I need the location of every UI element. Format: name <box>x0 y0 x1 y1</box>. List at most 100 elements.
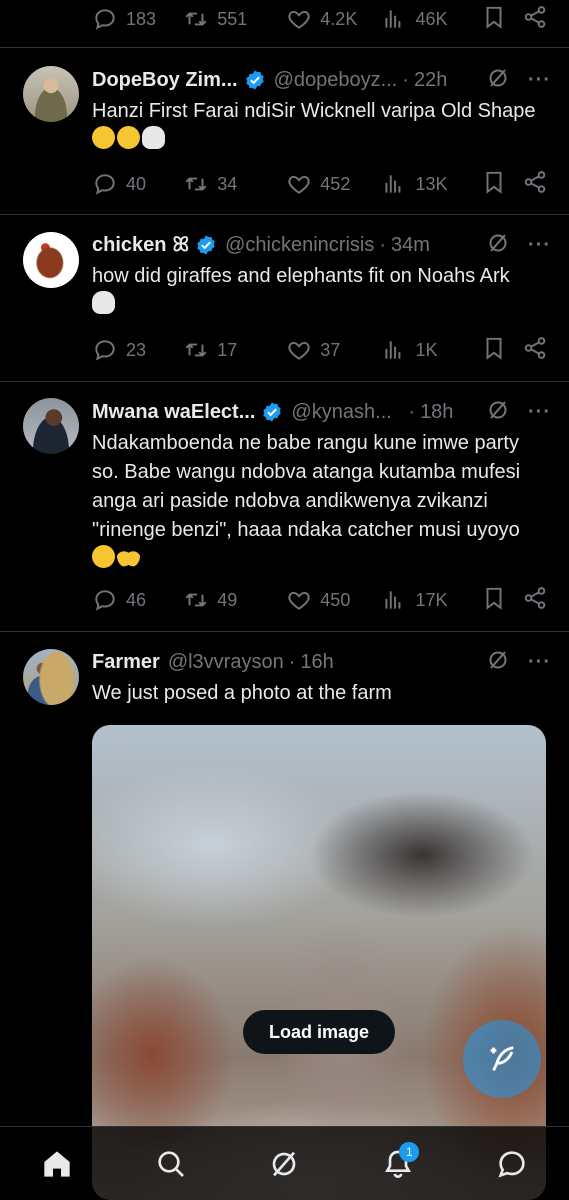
more-options-button[interactable]: ··· <box>528 234 551 257</box>
grok-icon <box>273 1151 296 1176</box>
more-options-button[interactable]: ··· <box>528 401 551 424</box>
repost-button[interactable]: 551 <box>183 6 286 32</box>
view-count: 46K <box>415 8 448 29</box>
repost-count: 551 <box>217 8 248 29</box>
author-name[interactable]: chicken <box>92 234 166 257</box>
repost-count: 49 <box>217 589 238 610</box>
views-button[interactable]: 17K <box>381 587 480 613</box>
reply-icon <box>92 6 118 32</box>
like-count: 4.2K <box>320 8 358 29</box>
reply-icon <box>92 171 118 197</box>
nav-home[interactable] <box>27 1134 87 1194</box>
verified-badge-icon <box>195 234 217 256</box>
avatar[interactable] <box>23 398 79 454</box>
like-button[interactable]: 4.2K <box>286 6 381 32</box>
tweet-text-content: Ndakamboenda ne babe rangu kune imwe par… <box>92 432 521 541</box>
repost-button[interactable]: 17 <box>183 337 286 363</box>
avatar[interactable] <box>23 232 79 288</box>
fearful-emoji <box>117 126 140 149</box>
bookmark-button[interactable] <box>481 169 517 200</box>
timestamp[interactable]: 34m <box>391 234 430 257</box>
avatar[interactable] <box>23 649 79 705</box>
reply-count: 23 <box>126 339 147 360</box>
views-button[interactable]: 46K <box>381 6 480 32</box>
laugh-cry-emoji <box>92 126 115 149</box>
grok-button[interactable] <box>486 66 510 95</box>
verified-badge-icon <box>261 401 283 423</box>
author-name[interactable]: DopeBoy Zim... <box>92 69 238 92</box>
more-options-button[interactable]: ··· <box>528 651 551 674</box>
timestamp[interactable]: 22h <box>414 69 447 92</box>
nav-search[interactable] <box>141 1134 201 1194</box>
author-name[interactable]: Farmer <box>92 651 160 674</box>
tweet-text-content: Hanzi First Farai ndiSir Wicknell varipa… <box>92 100 536 122</box>
bookmark-button[interactable] <box>481 335 517 366</box>
tweet[interactable]: Mwana waElect... @kynash... · 18h ··· Nd… <box>0 382 569 630</box>
like-button[interactable]: 37 <box>286 337 381 363</box>
reply-count: 40 <box>126 173 147 194</box>
author-handle[interactable]: @dopeboyz... <box>274 69 398 92</box>
nav-notifications[interactable]: 1 <box>368 1134 428 1194</box>
bookmark-button[interactable] <box>481 585 517 616</box>
verified-badge-icon <box>244 69 266 91</box>
repost-icon <box>183 587 209 613</box>
views-button[interactable]: 13K <box>381 171 480 197</box>
author-handle[interactable]: @l3vvrayson <box>168 651 284 674</box>
reply-button[interactable]: 183 <box>92 6 183 32</box>
separator: · <box>402 68 409 91</box>
share-button[interactable] <box>522 4 552 35</box>
nav-messages[interactable] <box>482 1134 542 1194</box>
avatar[interactable] <box>23 66 79 122</box>
tweet[interactable]: chicken ꕤ @chickenincrisis · 34m ··· how… <box>0 215 569 381</box>
bookmark-icon <box>481 169 507 195</box>
reply-button[interactable]: 40 <box>92 171 183 197</box>
reply-button[interactable]: 23 <box>92 337 183 363</box>
like-button[interactable]: 450 <box>286 587 381 613</box>
tweet-text: how did giraffes and elephants fit on No… <box>92 262 551 320</box>
share-button[interactable] <box>522 335 552 366</box>
repost-button[interactable]: 34 <box>183 171 286 197</box>
tweet-actions: 183 551 4.2K 46K <box>92 0 552 38</box>
raised-hands-emoji <box>117 545 140 568</box>
nav-grok[interactable] <box>254 1134 314 1194</box>
grok-icon <box>486 66 510 90</box>
share-button[interactable] <box>522 585 552 616</box>
timestamp[interactable]: 16h <box>300 651 333 674</box>
separator: · <box>408 400 416 423</box>
search-icon <box>158 1150 184 1177</box>
load-image-button[interactable]: Load image <box>243 1010 395 1054</box>
bottom-navigation: 1 <box>0 1126 569 1200</box>
author-name[interactable]: Mwana waElect... <box>92 401 255 424</box>
like-icon <box>286 6 312 32</box>
skull-emoji <box>92 291 115 314</box>
tweet[interactable]: DopeBoy Zim... @dopeboyz... · 22h ··· Ha… <box>0 48 569 214</box>
grok-button[interactable] <box>486 398 510 427</box>
tweet-text-content: how did giraffes and elephants fit on No… <box>92 265 510 287</box>
reply-button[interactable]: 46 <box>92 587 183 613</box>
like-button[interactable]: 452 <box>286 171 381 197</box>
more-options-button[interactable]: ··· <box>528 69 551 92</box>
bookmark-button[interactable] <box>481 4 517 35</box>
bookmark-icon <box>481 335 507 361</box>
view-count: 13K <box>415 173 448 194</box>
compose-post-button[interactable] <box>463 1020 541 1098</box>
views-icon <box>381 171 407 197</box>
sobbing-emoji <box>92 545 115 568</box>
skull-emoji <box>142 126 165 149</box>
author-handle[interactable]: @kynash... <box>291 401 403 424</box>
views-button[interactable]: 1K <box>381 337 480 363</box>
timestamp[interactable]: 18h <box>420 401 453 424</box>
share-icon <box>522 169 548 195</box>
grok-button[interactable] <box>486 648 510 677</box>
grok-button[interactable] <box>486 231 510 260</box>
like-count: 37 <box>320 339 341 360</box>
view-count: 1K <box>415 339 438 360</box>
like-icon <box>286 171 312 197</box>
views-icon <box>381 337 407 363</box>
share-button[interactable] <box>522 169 552 200</box>
views-icon <box>381 6 407 32</box>
grok-icon <box>486 398 510 422</box>
repost-button[interactable]: 49 <box>183 587 286 613</box>
repost-icon <box>183 6 209 32</box>
author-handle[interactable]: @chickenincrisis <box>225 234 374 257</box>
